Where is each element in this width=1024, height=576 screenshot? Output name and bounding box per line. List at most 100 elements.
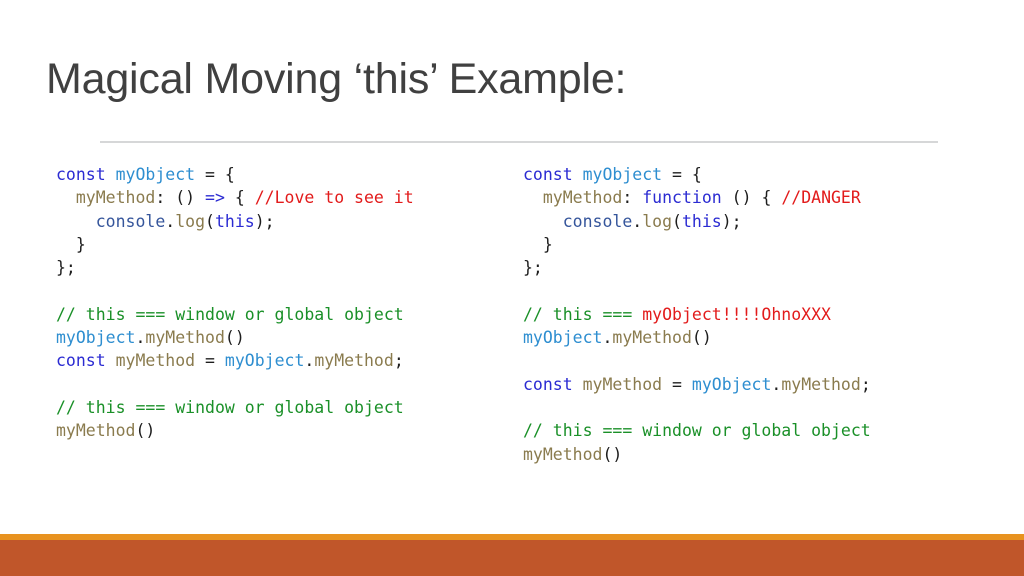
code-token-member: myMethod: [542, 188, 623, 208]
code-token-member: log: [175, 211, 206, 231]
code-line: myMethod(): [56, 419, 506, 442]
code-token-object: myObject: [115, 165, 196, 184]
code-token-plain: = {: [662, 165, 702, 184]
code-token-keyword: function: [642, 188, 722, 208]
code-line: const myObject = {: [56, 163, 506, 186]
code-token-comment-green: // this === window or global object: [523, 421, 871, 441]
code-token-plain: (: [205, 211, 215, 231]
code-token-plain: (): [602, 444, 623, 464]
accent-bar-thick: [0, 540, 1024, 576]
code-line: myMethod: () => { //Love to see it: [56, 186, 506, 209]
code-line: };: [523, 256, 983, 279]
code-token-plain: .: [165, 211, 176, 231]
code-token-comment-red: //Love to see it: [254, 188, 414, 208]
code-token-comment-green: // this === window or global object: [56, 397, 404, 417]
code-token-plain: };: [56, 258, 76, 278]
code-line: myMethod: function () { //DANGER: [523, 186, 983, 209]
code-token-keyword: const: [523, 374, 573, 394]
code-token-plain: );: [721, 211, 742, 231]
code-token-plain: (): [691, 328, 712, 348]
code-token-plain: {: [224, 188, 255, 208]
code-token-plain: ;: [860, 374, 871, 394]
title-divider: [100, 141, 938, 143]
code-token-arrow: =>: [205, 188, 225, 208]
code-token-plain: (): [135, 421, 156, 441]
code-token-member: myMethod: [781, 374, 861, 394]
code-line: const myMethod = myObject.myMethod;: [523, 373, 983, 396]
code-token-plain: }: [56, 234, 86, 254]
code-token-plain: () {: [721, 188, 782, 208]
code-token-object: myObject: [691, 374, 772, 394]
code-line: // this === window or global object: [56, 303, 506, 326]
code-token-plain: =: [195, 351, 225, 371]
code-token-plain: (: [672, 211, 682, 231]
code-token-member: myMethod: [56, 421, 136, 441]
code-block-function-expression: const myObject = { myMethod: function ()…: [523, 163, 983, 466]
code-token-comment-red: myObject!!!!OhnoXXX: [642, 304, 831, 324]
code-line: // this === myObject!!!!OhnoXXX: [523, 303, 983, 326]
code-line: };: [56, 256, 506, 279]
code-line: const myMethod = myObject.myMethod;: [56, 349, 506, 372]
code-token-object: myObject: [582, 165, 663, 184]
code-token-object: myObject: [224, 351, 305, 371]
code-line: }: [523, 233, 983, 256]
code-token-plain: .: [602, 328, 613, 348]
code-line: // this === window or global object: [56, 396, 506, 419]
code-token-object: myObject: [523, 328, 603, 348]
code-line: myMethod(): [523, 443, 983, 466]
code-token-plain: .: [304, 351, 315, 371]
code-line: const myObject = {: [523, 163, 983, 186]
code-line: // this === window or global object: [523, 419, 983, 442]
code-token-this: this: [214, 211, 255, 231]
code-token-member: myMethod: [75, 188, 156, 208]
code-token-object: myObject: [56, 328, 136, 348]
code-line: console.log(this);: [523, 210, 983, 233]
page-title: Magical Moving ‘this’ Example:: [46, 55, 627, 103]
code-token-member: myMethod: [115, 351, 196, 371]
code-token-comment-red: //DANGER: [781, 188, 861, 208]
code-token-member: myMethod: [582, 374, 663, 394]
code-token-plain: .: [771, 374, 782, 394]
code-token-member: log: [642, 211, 673, 231]
code-token-member: myMethod: [523, 444, 603, 464]
code-token-plain: );: [254, 211, 275, 231]
code-token-plain: :: [622, 188, 643, 208]
code-token-plain: =: [662, 374, 692, 394]
code-token-comment-green: // this === window or global object: [56, 304, 404, 324]
code-token-plain: ;: [393, 351, 404, 371]
code-token-plain: };: [523, 258, 543, 278]
code-token-this: this: [681, 211, 722, 231]
code-token-console: console: [562, 211, 633, 231]
code-token-plain: = {: [195, 165, 235, 184]
code-line: myObject.myMethod(): [56, 326, 506, 349]
code-token-keyword: const: [56, 165, 106, 184]
code-line: console.log(this);: [56, 210, 506, 233]
code-block-arrow-function: const myObject = { myMethod: () => { //L…: [56, 163, 506, 443]
code-token-plain: (): [224, 328, 245, 348]
code-line: myObject.myMethod(): [523, 326, 983, 349]
code-token-keyword: const: [523, 165, 573, 184]
code-token-member: myMethod: [612, 328, 692, 348]
code-token-console: console: [95, 211, 166, 231]
code-token-plain: .: [135, 328, 146, 348]
code-token-comment-green: // this ===: [523, 304, 643, 324]
code-token-keyword: const: [56, 351, 106, 371]
code-line: }: [56, 233, 506, 256]
code-token-plain: : (): [155, 188, 206, 208]
code-token-member: myMethod: [314, 351, 394, 371]
code-token-plain: .: [632, 211, 643, 231]
code-token-plain: }: [523, 234, 553, 254]
